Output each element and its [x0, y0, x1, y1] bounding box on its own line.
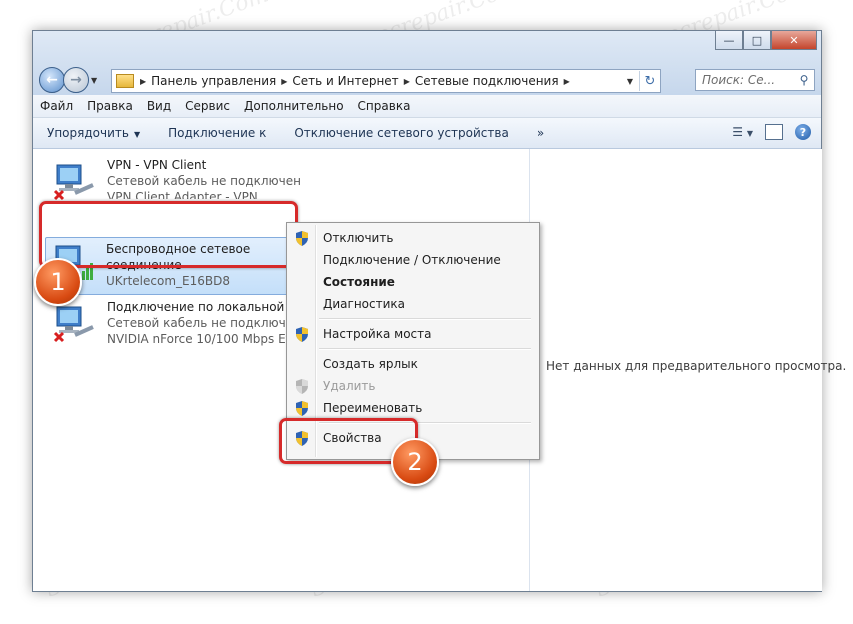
menu-item-label: Подключение / Отключение	[323, 253, 501, 267]
view-options-icon: ☰	[732, 125, 744, 139]
highlight-frame-connection	[39, 201, 298, 268]
change-view-button[interactable]: ☰ ▼	[732, 125, 753, 139]
minimize-button[interactable]: —	[715, 31, 743, 50]
maximize-button[interactable]: □	[743, 31, 771, 50]
connection-item-lan[interactable]: Подключение по локальной сети Сетевой ка…	[47, 299, 321, 349]
forward-button[interactable]: →	[63, 67, 89, 93]
connection-item-vpn[interactable]: VPN - VPN Client Сетевой кабель не подкл…	[47, 157, 301, 207]
navigation-buttons: ← → ▼	[39, 67, 97, 93]
connect-to-button[interactable]: Подключение к	[154, 126, 280, 140]
menu-item-label: Диагностика	[323, 297, 406, 311]
preview-pane-button[interactable]	[765, 124, 783, 140]
menu-bar: Файл Правка Вид Сервис Дополнительно Спр…	[33, 95, 821, 118]
preview-empty-message: Нет данных для предварительного просмотр…	[546, 359, 847, 373]
menu-item-delete: Удалить	[289, 375, 535, 397]
window-chrome: — □ ✕ ← → ▼ ▶ Панель управления ▶ Сеть и…	[33, 31, 821, 95]
search-box[interactable]: Поиск: Се... ⚲	[695, 69, 815, 91]
menu-view[interactable]: Вид	[140, 99, 178, 113]
command-bar: Упорядочить ▼ Подключение к Отключение се…	[33, 118, 821, 149]
breadcrumb-network-connections[interactable]: Сетевые подключения	[410, 74, 564, 88]
connection-name: Подключение по локальной сети	[107, 300, 285, 314]
address-bar[interactable]: ▶ Панель управления ▶ Сеть и Интернет ▶ …	[111, 69, 661, 93]
connection-network: UKrtelecom_E16BD8	[106, 274, 230, 288]
organize-label: Упорядочить	[47, 126, 129, 140]
menu-item-label: Настройка моста	[323, 327, 432, 341]
breadcrumb-control-panel[interactable]: Панель управления	[146, 74, 281, 88]
uac-shield-icon	[296, 401, 308, 416]
refresh-icon[interactable]: ↻	[639, 71, 660, 91]
menu-file[interactable]: Файл	[33, 99, 80, 113]
menu-item-rename[interactable]: Переименовать	[289, 397, 535, 419]
uac-shield-icon	[296, 327, 308, 342]
connection-name: VPN - VPN Client	[107, 158, 207, 172]
network-connection-icon	[53, 164, 94, 201]
connection-status: Сетевой кабель не подключен	[107, 174, 301, 188]
disable-device-button[interactable]: Отключение сетевого устройства	[280, 126, 522, 140]
connection-text: VPN - VPN Client Сетевой кабель не подкл…	[107, 157, 301, 199]
control-panel-icon	[116, 74, 134, 88]
toolbar-right-controls: ☰ ▼ ?	[732, 124, 811, 140]
menu-item-label: Удалить	[323, 379, 376, 393]
close-button[interactable]: ✕	[771, 31, 817, 50]
forward-arrow-icon: →	[70, 72, 82, 88]
address-history-dropdown-icon[interactable]: ▼	[621, 77, 639, 86]
close-icon: ✕	[789, 33, 799, 47]
breadcrumb-separator-icon[interactable]: ▶	[564, 77, 570, 86]
menu-separator	[319, 318, 531, 320]
menu-tools[interactable]: Сервис	[178, 99, 237, 113]
menu-advanced[interactable]: Дополнительно	[237, 99, 351, 113]
menu-item-bridge[interactable]: Настройка моста	[289, 323, 535, 345]
menu-item-status[interactable]: Состояние	[289, 271, 535, 293]
menu-item-label: Отключить	[323, 231, 394, 245]
search-icon[interactable]: ⚲	[794, 73, 814, 87]
minimize-icon: —	[723, 33, 735, 47]
menu-item-label: Переименовать	[323, 401, 423, 415]
back-arrow-icon: ←	[46, 72, 58, 88]
back-button[interactable]: ←	[39, 67, 65, 93]
menu-item-connect-disconnect[interactable]: Подключение / Отключение	[289, 249, 535, 271]
uac-shield-icon	[296, 379, 308, 394]
maximize-icon: □	[751, 33, 763, 47]
menu-edit[interactable]: Правка	[80, 99, 140, 113]
menu-item-disable[interactable]: Отключить	[289, 227, 535, 249]
connection-device: VPN Client Adapter - VPN	[107, 190, 258, 199]
chevron-down-icon: ▼	[133, 130, 141, 139]
help-icon[interactable]: ?	[795, 124, 811, 140]
network-connection-icon	[53, 306, 94, 343]
caption-buttons: — □ ✕	[715, 31, 817, 51]
menu-item-label: Создать ярлык	[323, 357, 418, 371]
search-placeholder[interactable]: Поиск: Се...	[702, 73, 775, 87]
menu-separator	[319, 348, 531, 350]
organize-button[interactable]: Упорядочить ▼	[33, 126, 154, 140]
uac-shield-icon	[296, 231, 308, 246]
step-marker-1: 1	[34, 258, 82, 306]
menu-item-label: Состояние	[323, 275, 395, 289]
chevron-down-icon: ▼	[746, 129, 753, 138]
recent-pages-dropdown-icon[interactable]: ▼	[91, 76, 97, 85]
breadcrumb-network-internet[interactable]: Сеть и Интернет	[287, 74, 403, 88]
more-commands-button[interactable]: »	[523, 126, 558, 140]
menu-item-create-shortcut[interactable]: Создать ярлык	[289, 353, 535, 375]
preview-pane: Нет данных для предварительного просмотр…	[529, 149, 846, 591]
step-marker-2: 2	[391, 438, 439, 486]
menu-item-diagnose[interactable]: Диагностика	[289, 293, 535, 315]
address-bar-controls: ▼ ↻	[621, 71, 660, 91]
menu-help[interactable]: Справка	[351, 99, 418, 113]
